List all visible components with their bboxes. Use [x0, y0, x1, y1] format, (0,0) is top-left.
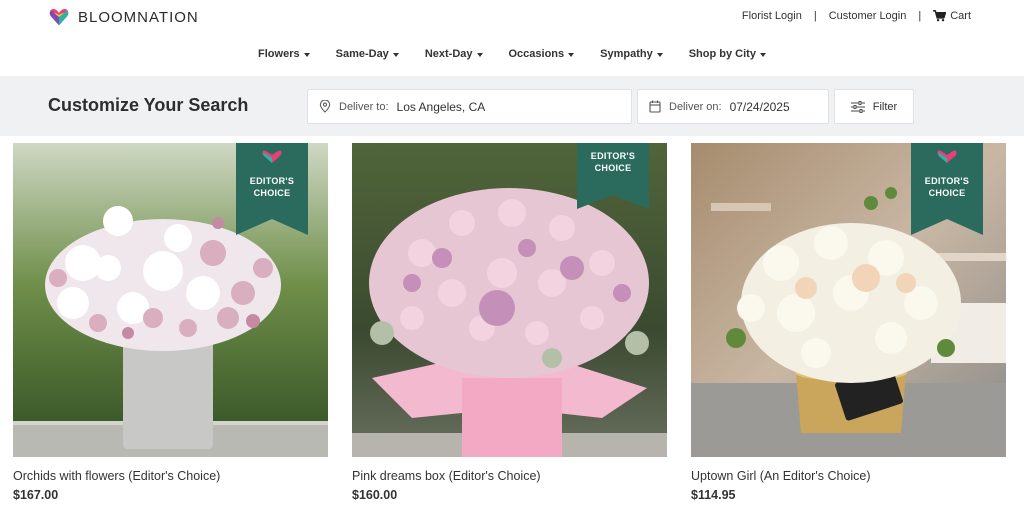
nav-label: Same-Day [335, 48, 389, 60]
deliver-on-value: 07/24/2025 [729, 99, 790, 114]
search-title: Customize Your Search [48, 95, 249, 115]
badge-line-2: CHOICE [594, 163, 632, 173]
deliver-to-value: Los Angeles, CA [396, 99, 486, 114]
nav-item-sympathy[interactable]: Sympathy [600, 48, 663, 60]
separator: | [918, 10, 922, 22]
florist-login-link[interactable]: Florist Login [742, 10, 802, 22]
cart-label: Cart [950, 10, 971, 22]
cart-link[interactable]: Cart [933, 10, 971, 22]
heart-logo-icon [49, 8, 69, 26]
nav-item-flowers[interactable]: Flowers [258, 48, 310, 60]
account-links: Florist Login | Customer Login | Cart [742, 10, 971, 22]
separator: | [813, 10, 817, 22]
search-strip: Customize Your Search Deliver to: Los An… [0, 76, 1024, 136]
nav-label: Sympathy [600, 48, 653, 60]
top-bar: BLOOMNATION Florist Login | Customer Log… [0, 0, 1024, 38]
nav-label: Shop by City [688, 48, 756, 60]
nav-label: Next-Day [424, 48, 473, 60]
nav-item-shop-by-city[interactable]: Shop by City [689, 48, 766, 60]
product-title[interactable]: Pink dreams box (Editor's Choice) [352, 469, 541, 483]
product-price: $114.95 [691, 488, 736, 502]
deliver-to-field[interactable]: Deliver to: Los Angeles, CA [307, 89, 632, 124]
product-image[interactable]: EDITOR'S CHOICE [13, 143, 328, 457]
product-price: $167.00 [13, 488, 59, 502]
nav-label: Flowers [258, 48, 300, 60]
product-title[interactable]: Orchids with flowers (Editor's Choice) [13, 469, 220, 483]
map-pin-icon [319, 100, 331, 113]
product-card[interactable]: EDITOR'S CHOICE Pink dreams box (Editor'… [352, 143, 667, 502]
caret-down-icon [759, 52, 766, 57]
caret-down-icon [656, 52, 663, 57]
customer-login-link[interactable]: Customer Login [829, 10, 907, 22]
brand-logo[interactable]: BLOOMNATION [48, 6, 199, 28]
badge-line-1: EDITOR'S [590, 151, 636, 161]
product-image[interactable]: EDITOR'S CHOICE [691, 143, 1006, 457]
nav-item-same-day[interactable]: Same-Day [336, 48, 399, 60]
nav-item-next-day[interactable]: Next-Day [425, 48, 483, 60]
product-card[interactable]: EDITOR'S CHOICE Orchids with flowers (Ed… [13, 143, 328, 502]
badge-line-1: EDITOR'S [924, 176, 970, 186]
product-price: $160.00 [352, 488, 398, 502]
caret-down-icon [303, 52, 310, 57]
badge-line-2: CHOICE [928, 188, 966, 198]
sliders-icon [850, 100, 865, 113]
badge-line-2: CHOICE [253, 188, 291, 198]
caret-down-icon [392, 52, 399, 57]
deliver-on-label: Deliver on: [669, 100, 722, 113]
brand-name: BLOOMNATION [78, 8, 199, 26]
caret-down-icon [476, 52, 483, 57]
caret-down-icon [568, 52, 575, 57]
deliver-to-label: Deliver to: [339, 100, 389, 113]
product-card[interactable]: EDITOR'S CHOICE Uptown Girl (An Editor's… [691, 143, 1006, 502]
nav-item-occasions[interactable]: Occasions [509, 48, 575, 60]
filter-button[interactable]: Filter [834, 89, 914, 124]
product-image[interactable]: EDITOR'S CHOICE [352, 143, 667, 457]
editors-choice-badge: EDITOR'S CHOICE [236, 143, 308, 240]
editors-choice-badge: EDITOR'S CHOICE [911, 143, 983, 240]
main-nav: Flowers Same-Day Next-Day Occasions Symp… [0, 48, 1024, 60]
product-title[interactable]: Uptown Girl (An Editor's Choice) [691, 469, 871, 483]
badge-line-1: EDITOR'S [249, 176, 295, 186]
editors-choice-badge: EDITOR'S CHOICE [577, 143, 649, 214]
deliver-on-field[interactable]: Deliver on: 07/24/2025 [637, 89, 829, 124]
nav-label: Occasions [508, 48, 565, 60]
filter-label: Filter [872, 100, 898, 113]
calendar-icon [649, 100, 661, 113]
cart-icon [933, 10, 947, 22]
